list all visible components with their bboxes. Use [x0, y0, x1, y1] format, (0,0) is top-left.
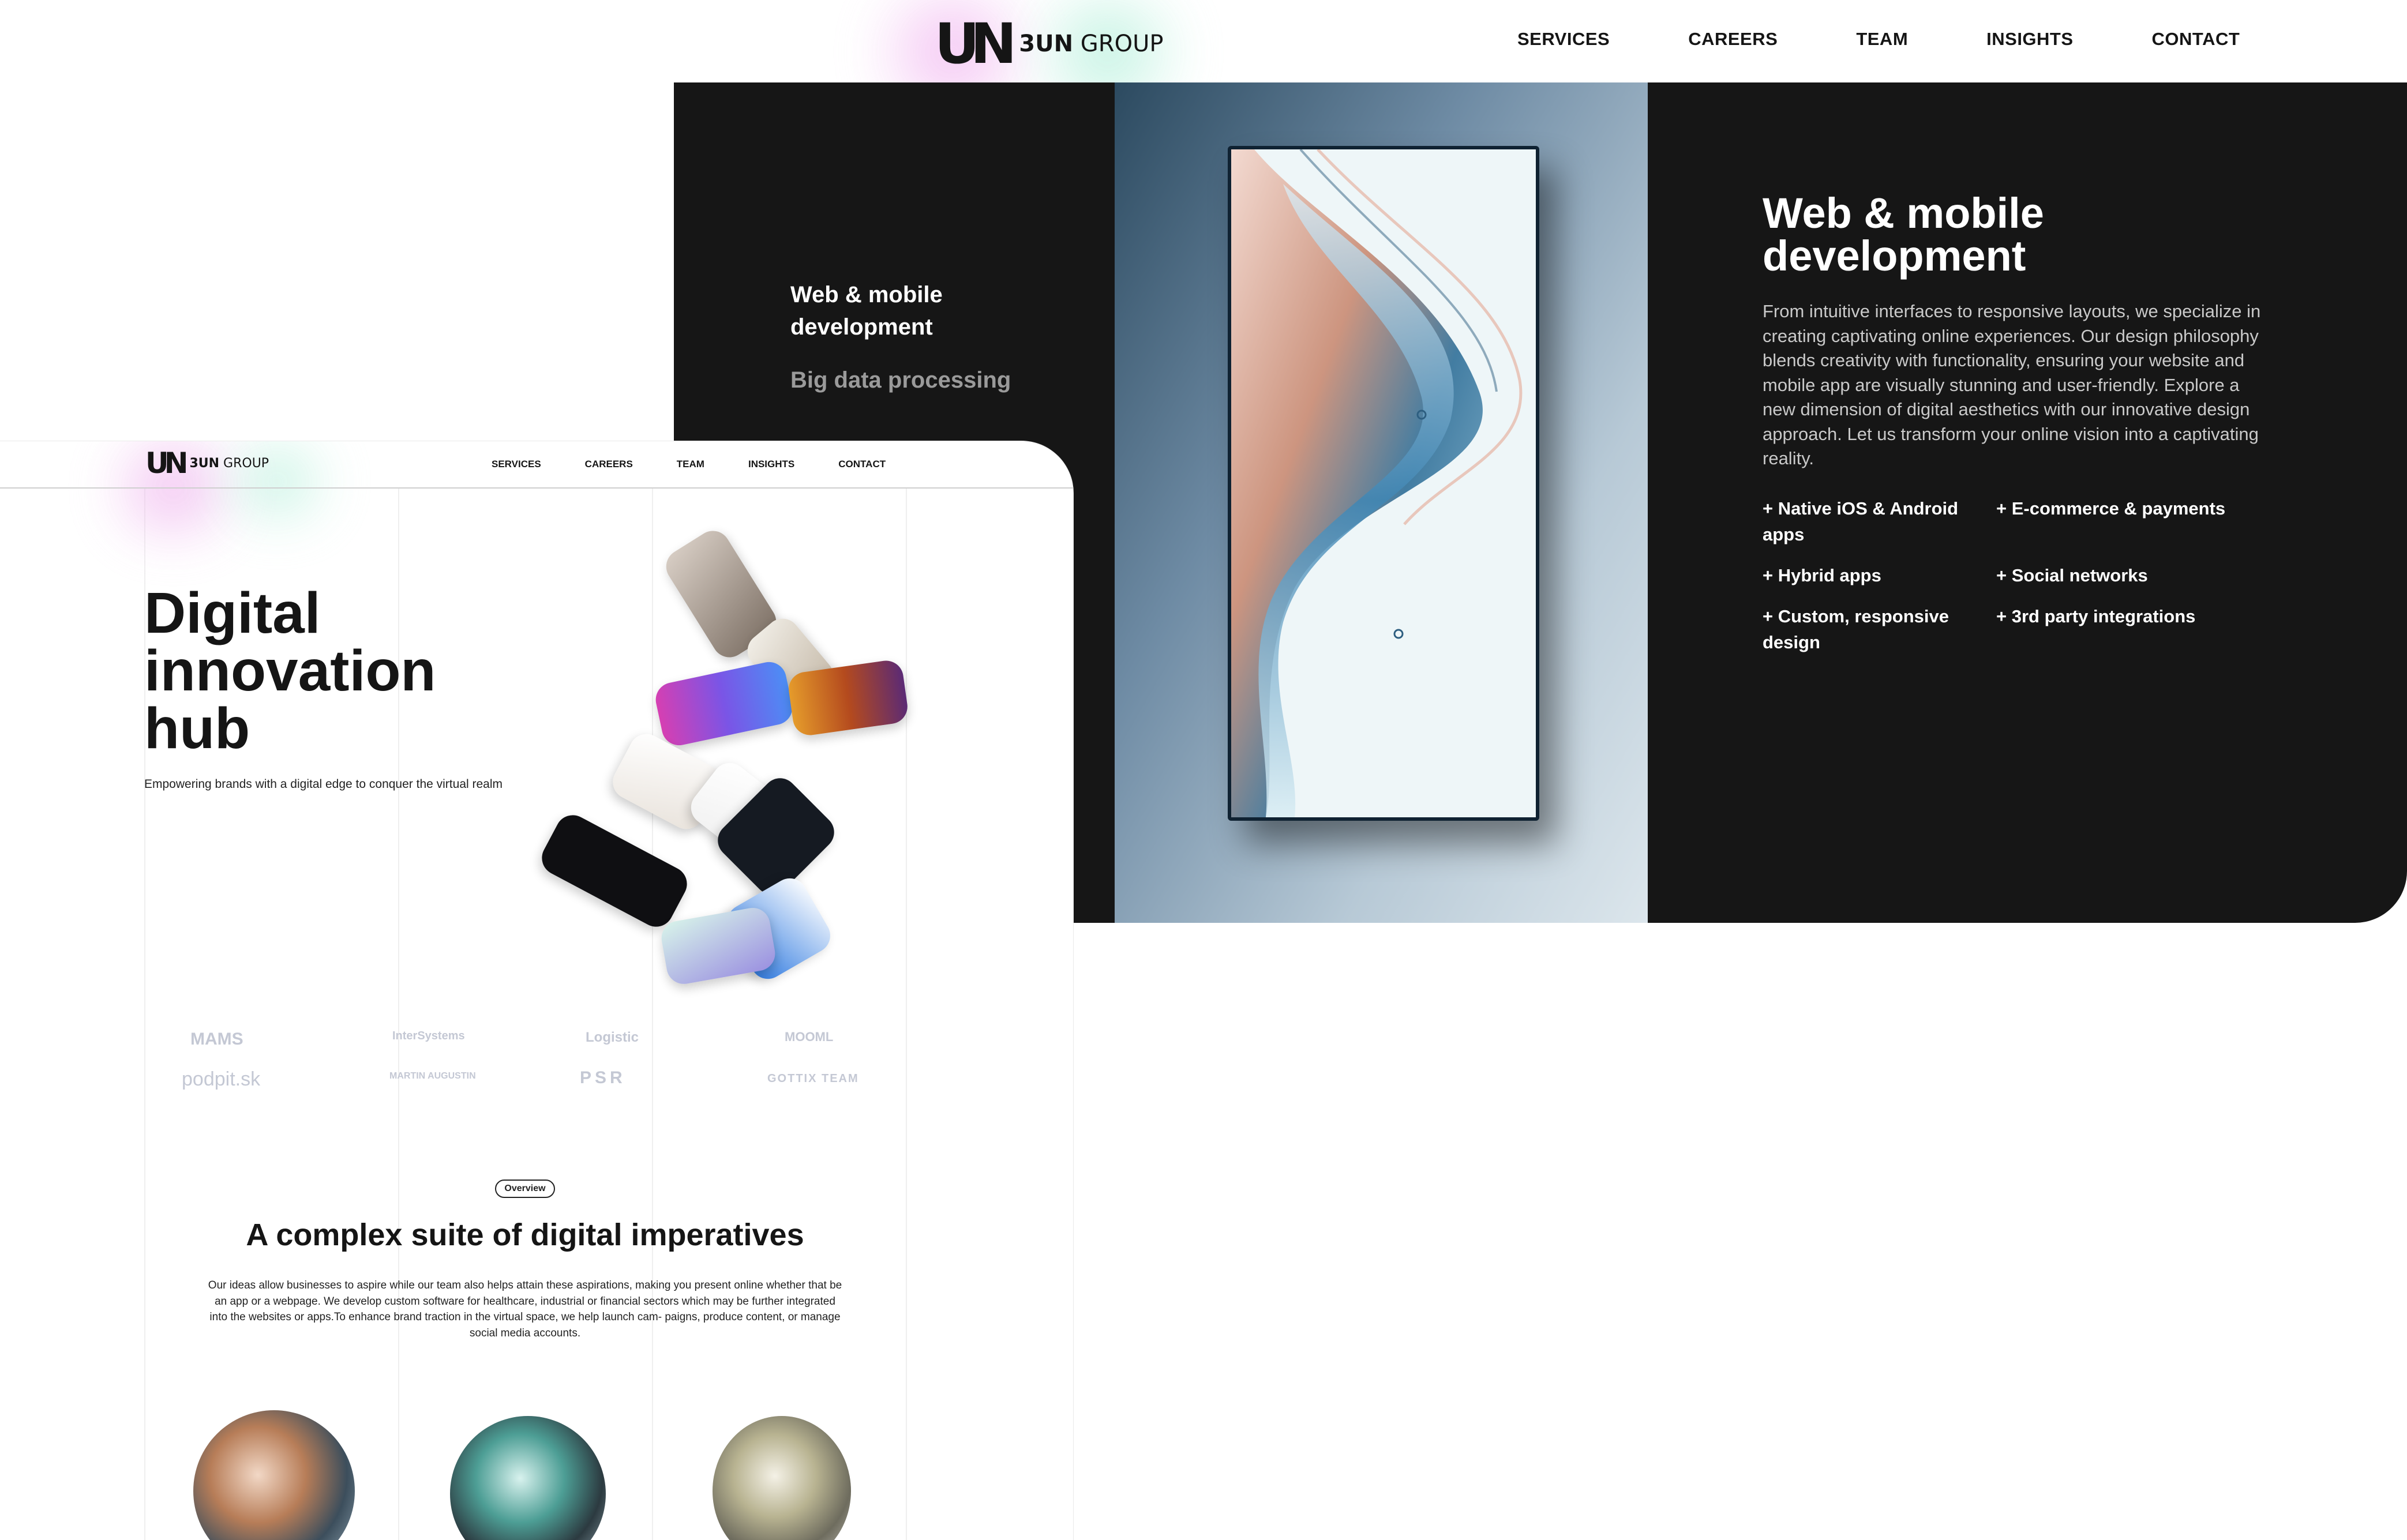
feature-list: + Native iOS & Android apps + E-commerce…	[1763, 495, 2270, 655]
overview-body: Our ideas allow businesses to aspire whi…	[208, 1279, 842, 1339]
service-menu-item-big-data[interactable]: Big data processing	[790, 367, 1079, 393]
feature-item: + 3rd party integrations	[1996, 606, 2196, 626]
service-detail: Web & mobile development From intuitive …	[1763, 192, 2270, 655]
client-logo: MOOML	[785, 1030, 834, 1044]
app-card	[535, 809, 693, 933]
service-menu: Web & mobile development Big data proces…	[790, 279, 1079, 393]
client-logo: MAMS	[190, 1030, 243, 1049]
main-nav: SERVICES CAREERS TEAM INSIGHTS CONTACT	[492, 459, 886, 470]
abstract-3d-shape	[193, 1410, 355, 1540]
hero-subtitle: Empowering brands with a digital edge to…	[144, 777, 503, 791]
main-nav: SERVICES CAREERS TEAM INSIGHTS CONTACT	[1517, 29, 2240, 50]
abstract-3d-shape	[713, 1416, 851, 1540]
client-logo: MARTIN AUGUSTIN	[389, 1071, 476, 1081]
nav-insights[interactable]: INSIGHTS	[748, 459, 794, 470]
home-header: UN 3UN GROUP SERVICES CAREERS TEAM INSIG…	[0, 441, 1073, 489]
nav-services[interactable]: SERVICES	[1517, 29, 1610, 50]
nav-team[interactable]: TEAM	[677, 459, 704, 470]
client-logo: InterSystems	[392, 1030, 465, 1042]
phone-frame-illustration	[1228, 146, 1539, 821]
abstract-wave-art	[1231, 149, 1536, 817]
hero-title: Digital innovation hub	[144, 581, 436, 761]
feature-item: + Social networks	[1996, 565, 2148, 585]
service-illustration	[1115, 82, 1648, 923]
nav-contact[interactable]: CONTACT	[838, 459, 886, 470]
brand-logo[interactable]: UN 3UN GROUP	[145, 449, 269, 478]
nav-services[interactable]: SERVICES	[492, 459, 541, 470]
nav-contact[interactable]: CONTACT	[2152, 29, 2240, 50]
feature-item: + Hybrid apps	[1763, 565, 1881, 585]
nav-careers[interactable]: CAREERS	[585, 459, 633, 470]
client-logo: podpit.sk	[182, 1068, 261, 1090]
service-detail-body: From intuitive interfaces to responsive …	[1763, 301, 2261, 468]
logo-text: 3UN GROUP	[189, 456, 269, 471]
nav-careers[interactable]: CAREERS	[1688, 29, 1778, 50]
service-detail-title: Web & mobile development	[1763, 189, 2044, 280]
feature-item: + Native iOS & Android apps	[1763, 498, 1959, 544]
hero-app-cards-illustration	[519, 516, 935, 987]
client-logo: GOTTIX TEAM	[767, 1072, 859, 1085]
feature-item: + Custom, responsive design	[1763, 606, 1949, 652]
overview-badge: Overview	[495, 1180, 555, 1198]
service-menu-item-web-mobile[interactable]: Web & mobile development	[790, 279, 1021, 343]
overview-title: A complex suite of digital imperatives	[246, 1218, 804, 1252]
client-logo: PSR	[580, 1068, 626, 1087]
brand-logo[interactable]: UN 3UN GROUP	[935, 16, 1163, 72]
abstract-3d-shape	[450, 1416, 606, 1540]
logo-text: 3UN GROUP	[1019, 31, 1164, 57]
logo-mark: UN	[145, 446, 189, 480]
feature-item: + E-commerce & payments	[1996, 498, 2226, 519]
home-page-preview: UN 3UN GROUP SERVICES CAREERS TEAM INSIG…	[0, 441, 1073, 1540]
logo-mark: UN	[935, 12, 1017, 76]
nav-insights[interactable]: INSIGHTS	[1986, 29, 2073, 50]
client-logo: Logistic	[586, 1030, 639, 1045]
app-card	[653, 659, 796, 749]
nav-team[interactable]: TEAM	[1856, 29, 1908, 50]
